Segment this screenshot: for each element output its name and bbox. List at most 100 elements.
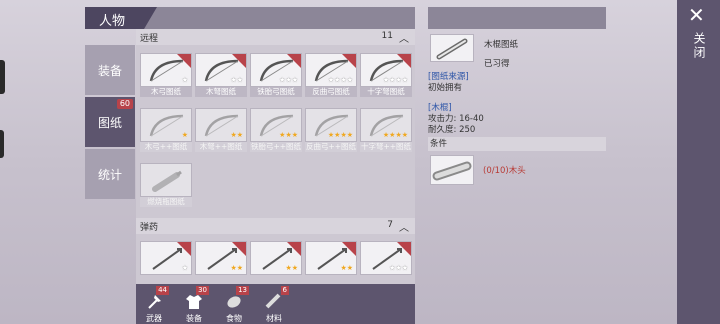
tab-materials[interactable]: 6 材料 xyxy=(256,284,292,324)
blueprint-card[interactable]: ★ 木弓++图纸 xyxy=(140,108,192,152)
blueprint-card[interactable]: ★★★★ 十字弩++图纸 xyxy=(360,108,412,152)
star-rating: ★★ xyxy=(230,264,243,272)
section-header-ammo[interactable]: 弹药 7 ︿ xyxy=(136,218,415,234)
tab-label: 武器 xyxy=(146,314,162,323)
blueprint-label: 反曲弓++图纸 xyxy=(305,142,357,152)
nav-equipment-label: 装备 xyxy=(97,63,122,78)
blueprint-label: 十字弩++图纸 xyxy=(360,142,412,152)
blueprint-tile: ★ xyxy=(140,53,192,87)
edge-handle-2 xyxy=(0,130,4,158)
nav-stats[interactable]: 统计 xyxy=(85,149,135,199)
blueprint-label: 十字弩图纸 xyxy=(360,87,412,97)
nav-stats-label: 统计 xyxy=(97,167,122,182)
conditions-label: 条件 xyxy=(430,139,448,149)
blueprint-label: 燃烧瓶图纸 xyxy=(140,197,192,207)
section-count: 7 xyxy=(387,220,393,230)
star-rating: ★★★★ xyxy=(327,76,353,84)
blueprint-card[interactable]: ★★★ 铁胎弓图纸 xyxy=(250,53,302,97)
blueprint-list[interactable]: 远程 11 ︿ ★ 木弓图纸 ★★ 木弩图纸 ★★★ 铁胎弓图纸 ★★★★ 反曲弓图纸 ★★★★… xyxy=(136,29,415,324)
tab-label: 材料 xyxy=(266,314,282,323)
nav-blueprints-label: 图纸 xyxy=(97,115,122,130)
tab-label: 食物 xyxy=(226,314,242,323)
blueprint-tile: ★★ xyxy=(195,53,247,87)
blueprint-tile: ★ xyxy=(140,108,192,142)
blueprint-card[interactable]: ★ 木弓图纸 xyxy=(140,53,192,97)
tab-gear[interactable]: 30 装备 xyxy=(176,284,212,324)
star-rating: ★★★ xyxy=(389,264,408,272)
blueprint-card[interactable]: ★★★ xyxy=(360,241,412,285)
close-icon[interactable]: ✕ xyxy=(688,3,705,27)
blueprint-tile: ★★ xyxy=(195,241,247,275)
blueprint-card[interactable]: ★★ xyxy=(195,241,247,285)
blueprint-tile: ★★★★ xyxy=(360,108,412,142)
blueprint-tile xyxy=(140,163,192,197)
blueprint-tile: ★★★ xyxy=(250,53,302,87)
blueprint-tile: ★★ xyxy=(195,108,247,142)
blueprint-card[interactable]: ★★ xyxy=(250,241,302,285)
blueprint-label: 铁胎弓图纸 xyxy=(250,87,302,97)
wood-log-icon xyxy=(432,161,472,181)
blueprint-card[interactable]: ★★ 木弩++图纸 xyxy=(195,108,247,152)
item-thumbnail xyxy=(430,34,474,62)
side-nav: 装备 60 图纸 统计 xyxy=(85,45,135,324)
blueprint-card[interactable]: ★★★★ 反曲弓图纸 xyxy=(305,53,357,97)
conditions-header: 条件 xyxy=(428,137,606,151)
tab-weapons[interactable]: 44 武器 xyxy=(136,284,172,324)
blueprint-tile: ★★★★ xyxy=(305,108,357,142)
section-header-ranged[interactable]: 远程 11 ︿ xyxy=(136,29,415,45)
star-rating: ★ xyxy=(181,76,188,84)
section-name: 远程 xyxy=(140,34,159,44)
blueprint-tile: ★★★★ xyxy=(305,53,357,87)
star-rating: ★★ xyxy=(230,76,243,84)
chevron-up-icon[interactable]: ︿ xyxy=(399,30,409,45)
blueprint-card[interactable]: ★★★★ 十字弩图纸 xyxy=(360,53,412,97)
durability-stat: 耐久度: 250 xyxy=(428,125,476,135)
axe-icon xyxy=(148,295,161,309)
material-thumbnail xyxy=(430,155,474,185)
star-rating: ★★ xyxy=(230,131,243,139)
blueprint-tile: ★★ xyxy=(250,241,302,275)
chevron-up-icon[interactable]: ︿ xyxy=(399,219,409,234)
category-tabs: 44 武器 30 装备 13 食物 6 材料 xyxy=(136,284,415,324)
star-rating: ★★ xyxy=(340,264,353,272)
close-label: 关闭 xyxy=(692,32,706,60)
section-count: 11 xyxy=(381,31,393,41)
star-rating: ★ xyxy=(181,264,188,272)
blueprint-card[interactable]: ★★ 木弩图纸 xyxy=(195,53,247,97)
blueprint-label: 木弩++图纸 xyxy=(195,142,247,152)
blueprint-tile: ★★ xyxy=(305,241,357,275)
nav-blueprints-badge: 60 xyxy=(116,99,133,109)
star-rating: ★★★ xyxy=(279,131,298,139)
title-bar: 人物 xyxy=(85,7,415,29)
blueprint-card[interactable]: 燃烧瓶图纸 xyxy=(140,163,192,207)
blueprint-label: 木弩图纸 xyxy=(195,87,247,97)
meat-icon xyxy=(227,296,241,308)
blueprint-card[interactable]: ★★★ 铁胎弓++图纸 xyxy=(250,108,302,152)
star-rating: ★★★★ xyxy=(382,131,408,139)
detail-header xyxy=(428,7,606,29)
star-rating: ★★ xyxy=(285,264,298,272)
blueprint-card[interactable]: ★★★★ 反曲弓++图纸 xyxy=(305,108,357,152)
wooden-stick-icon xyxy=(436,38,468,60)
blueprint-label: 反曲弓图纸 xyxy=(305,87,357,97)
item-title: 木棍图纸 xyxy=(484,40,519,50)
bow-icon xyxy=(152,170,182,192)
blueprint-tile: ★★★★ xyxy=(360,53,412,87)
nav-blueprints[interactable]: 60 图纸 xyxy=(85,97,135,147)
close-panel[interactable]: ✕ 关闭 xyxy=(677,0,720,324)
shirt-icon xyxy=(186,295,202,309)
star-rating: ★★★★ xyxy=(327,131,353,139)
section-name: 弹药 xyxy=(140,223,159,233)
blueprint-tile: ★ xyxy=(140,241,192,275)
blueprint-label: 木弓++图纸 xyxy=(140,142,192,152)
nav-equipment[interactable]: 装备 xyxy=(85,45,135,95)
star-rating: ★ xyxy=(181,131,188,139)
page-title: 人物 xyxy=(99,14,126,29)
source-value: 初始拥有 xyxy=(428,83,463,93)
title-tab: 人物 xyxy=(85,7,157,29)
tab-food[interactable]: 13 食物 xyxy=(216,284,252,324)
blueprint-card[interactable]: ★★ xyxy=(305,241,357,285)
edge-handle xyxy=(0,60,5,94)
requirement-text: (0/10)木头 xyxy=(483,166,526,176)
blueprint-card[interactable]: ★ xyxy=(140,241,192,285)
